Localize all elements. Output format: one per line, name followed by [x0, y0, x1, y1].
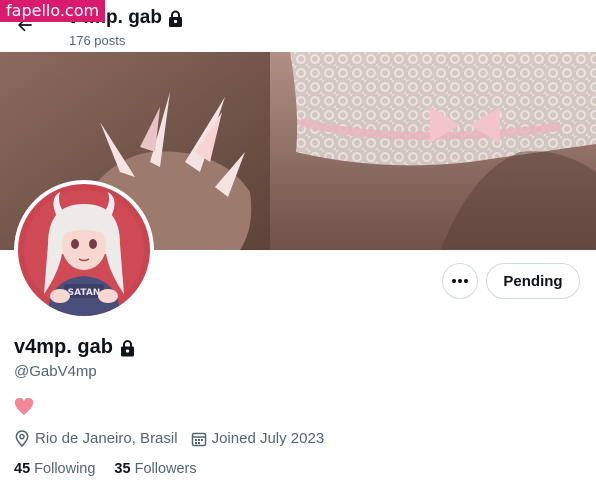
watermark-logo: fapello.com: [0, 0, 106, 22]
joined-date: Joined July 2023: [191, 430, 325, 447]
avatar-shirt-text: SATAN: [68, 288, 101, 298]
lock-icon: [120, 339, 134, 356]
location-pin-icon: [15, 430, 29, 447]
avatar[interactable]: SATAN: [14, 180, 154, 320]
pending-button[interactable]: Pending: [486, 263, 580, 299]
avatar-image: SATAN: [18, 184, 150, 316]
follow-stats: 45 Following 35 Followers: [14, 461, 216, 477]
display-name: v4mp. gab: [14, 336, 113, 358]
posts-count: 176 posts: [69, 33, 126, 48]
following-link[interactable]: 45 Following: [14, 461, 95, 477]
bio: [14, 397, 34, 421]
followers-label: Followers: [134, 461, 197, 477]
user-handle: @GabV4mp: [14, 363, 97, 380]
joined-text: Joined July 2023: [211, 430, 325, 447]
calendar-icon: [191, 432, 206, 446]
more-options-button[interactable]: [442, 263, 478, 299]
following-label: Following: [34, 461, 96, 477]
followers-link[interactable]: 35 Followers: [114, 461, 196, 477]
avatar-illustration: SATAN: [18, 184, 150, 316]
heart-icon: [14, 397, 34, 415]
followers-count: 35: [114, 461, 131, 477]
profile-meta: Rio de Janeiro, Brasil Joined July 2023: [14, 430, 337, 447]
more-dots-icon: [452, 279, 468, 283]
location: Rio de Janeiro, Brasil: [14, 430, 178, 447]
following-count: 45: [14, 461, 31, 477]
lock-icon: [168, 10, 182, 27]
display-name-group: v4mp. gab: [14, 336, 135, 359]
location-text: Rio de Janeiro, Brasil: [35, 430, 178, 447]
